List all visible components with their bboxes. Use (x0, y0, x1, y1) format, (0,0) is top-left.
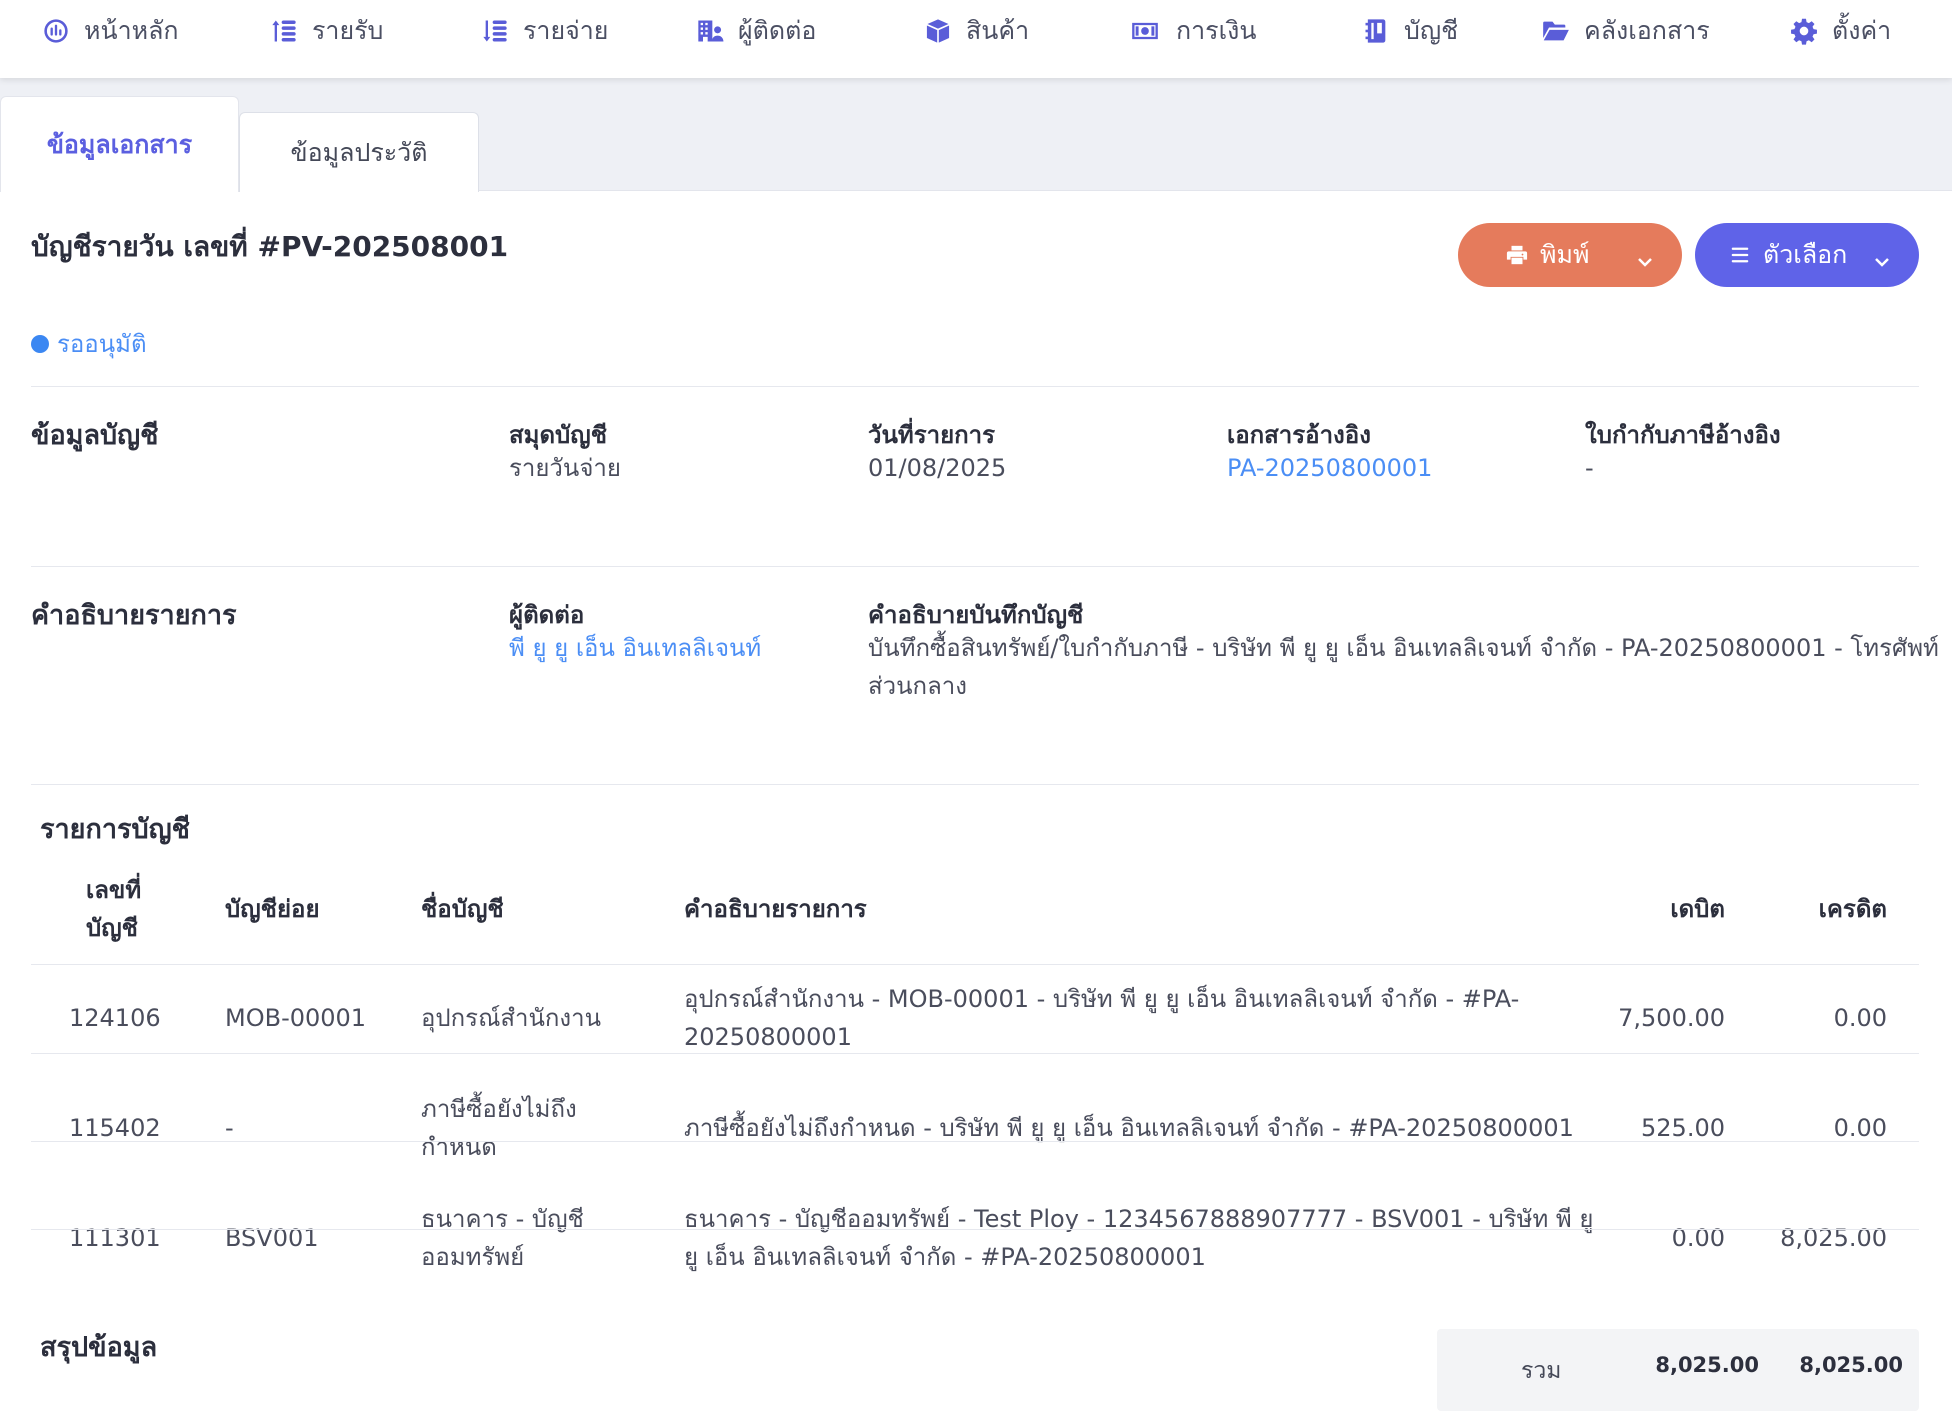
gear-icon (1791, 18, 1817, 45)
cell-credit: 0.00 (1833, 1004, 1887, 1032)
row-divider (31, 964, 1919, 965)
print-button[interactable]: พิมพ์ (1458, 223, 1682, 287)
cell-account-no: 111301 (69, 1224, 161, 1252)
menu-icon (1731, 247, 1749, 263)
nav-item-income[interactable]: รายรับ (270, 0, 383, 62)
options-button[interactable]: ตัวเลือก (1695, 223, 1919, 287)
date-value: 01/08/2025 (868, 454, 1007, 482)
memo-line-1: บันทึกซื้อสินทรัพย์/ใบกำกับภาษี - บริษัท… (868, 634, 1939, 662)
memo-line-2: ส่วนกลาง (868, 672, 967, 700)
divider (31, 386, 1919, 387)
folder-icon (1543, 21, 1569, 41)
printer-icon (1506, 245, 1528, 265)
tab-label: ข้อมูลเอกสาร (46, 129, 193, 159)
contact-link[interactable]: พี ยู ยู เอ็น อินเทลลิเจนท์ (509, 629, 761, 667)
cell-account-name-line1: ภาษีซื้อยังไม่ถึง (421, 1095, 577, 1123)
summary-totals: รวม 8,025.00 8,025.00 (1437, 1329, 1919, 1411)
box-icon (926, 19, 950, 43)
cell-account-no: 124106 (69, 1004, 161, 1032)
cell-debit: 0.00 (1671, 1224, 1725, 1252)
section-title-description: คำอธิบายรายการ (31, 600, 237, 631)
nav-item-contacts[interactable]: ผู้ติดต่อ (696, 0, 816, 62)
cell-account-name: อุปกรณ์สำนักงาน (421, 1004, 601, 1032)
chevron-down-icon[interactable] (1873, 247, 1891, 267)
nav-item-settings[interactable]: ตั้งค่า (1790, 0, 1891, 62)
cell-debit: 7,500.00 (1618, 1004, 1725, 1032)
cell-credit: 8,025.00 (1780, 1224, 1887, 1252)
status-dot-icon (31, 334, 49, 353)
cell-account-name-line2: ออมทรัพย์ (421, 1243, 525, 1271)
column-header-description: คำอธิบายรายการ (684, 895, 867, 923)
journal-value: รายวันจ่าย (509, 454, 621, 482)
total-credit: 8,025.00 (1799, 1353, 1903, 1377)
section-title-summary: สรุปข้อมูล (40, 1332, 158, 1363)
document-card: บัญชีรายวัน เลขที่ #PV-202508001 พิมพ์ ต… (0, 190, 1952, 1420)
tax-invoice-reference-value: - (1585, 454, 1594, 482)
nav-label: คลังเอกสาร (1584, 16, 1710, 45)
tab-document-info[interactable]: ข้อมูลเอกสาร (0, 96, 239, 192)
cell-account-name-line2: กำหนด (421, 1133, 497, 1161)
nav-label: การเงิน (1176, 16, 1257, 45)
column-header-credit: เครดิต (1818, 895, 1887, 923)
status-badge: รออนุมัติ (31, 324, 147, 363)
column-header-account-name: ชื่อบัญชี (421, 895, 504, 923)
column-header-account-no-line1: เลขที่ (86, 876, 142, 904)
column-header-sub-account: บัญชีย่อย (225, 895, 320, 923)
money-icon (1132, 22, 1158, 40)
cell-sub-account: BSV001 (225, 1224, 319, 1252)
cell-description-line1: ธนาคาร - บัญชีออมทรัพย์ - Test Ploy - 12… (684, 1205, 1594, 1233)
chevron-down-icon[interactable] (1636, 247, 1654, 267)
section-title-account-info: ข้อมูลบัญชี (31, 420, 159, 451)
cell-description-line2: 20250800001 (684, 1023, 852, 1051)
nav-item-home[interactable]: หน้าหลัก (42, 0, 179, 62)
dashboard-icon (44, 19, 68, 43)
total-label: รวม (1521, 1358, 1562, 1384)
book-icon (1365, 19, 1386, 43)
reference-document-link[interactable]: PA-20250800001 (1227, 449, 1432, 487)
tab-history-info[interactable]: ข้อมูลประวัติ (239, 112, 479, 192)
tab-label: ข้อมูลประวัติ (290, 137, 428, 167)
top-navigation: หน้าหลัก รายรับ รายจ่าย ผู้ติดต่อ สินค้า… (0, 0, 1952, 78)
total-debit: 8,025.00 (1655, 1353, 1759, 1377)
nav-item-finance[interactable]: การเงิน (1128, 0, 1256, 62)
row-divider (31, 1141, 1919, 1142)
nav-item-accounting[interactable]: บัญชี (1362, 0, 1458, 62)
cell-description-line2: ยู เอ็น อินเทลลิเจนท์ จำกัด - #PA-202508… (684, 1243, 1206, 1271)
nav-item-documents[interactable]: คลังเอกสาร (1542, 0, 1710, 62)
nav-label: สินค้า (966, 16, 1030, 45)
section-title-entries: รายการบัญชี (40, 814, 190, 845)
nav-label: รายรับ (312, 16, 384, 45)
column-header-debit: เดบิต (1670, 895, 1725, 923)
nav-label: ตั้งค่า (1832, 16, 1892, 45)
nav-label: หน้าหลัก (84, 16, 179, 45)
contacts-icon (698, 20, 724, 42)
nav-item-products[interactable]: สินค้า (924, 0, 1029, 62)
expense-icon (483, 20, 507, 42)
cell-sub-account: MOB-00001 (225, 1004, 367, 1032)
divider (31, 784, 1919, 785)
nav-label: บัญชี (1404, 16, 1459, 45)
row-divider (31, 1053, 1919, 1054)
cell-description-line1: อุปกรณ์สำนักงาน - MOB-00001 - บริษัท พี … (684, 985, 1520, 1013)
column-header-account-no-line2: บัญชี (86, 914, 138, 942)
cell-account-name-line1: ธนาคาร - บัญชี (421, 1205, 584, 1233)
options-label: ตัวเลือก (1763, 240, 1848, 269)
divider (31, 566, 1919, 567)
nav-label: ผู้ติดต่อ (738, 16, 817, 45)
print-label: พิมพ์ (1540, 240, 1590, 269)
income-icon (272, 20, 296, 42)
page-title: บัญชีรายวัน เลขที่ #PV-202508001 (31, 230, 509, 263)
tax-invoice-reference-label: ใบกำกับภาษีอ้างอิง (1585, 421, 1781, 449)
nav-label: รายจ่าย (523, 16, 609, 45)
row-divider (31, 1229, 1919, 1230)
nav-item-expense[interactable]: รายจ่าย (481, 0, 608, 62)
status-label: รออนุมัติ (57, 330, 147, 358)
